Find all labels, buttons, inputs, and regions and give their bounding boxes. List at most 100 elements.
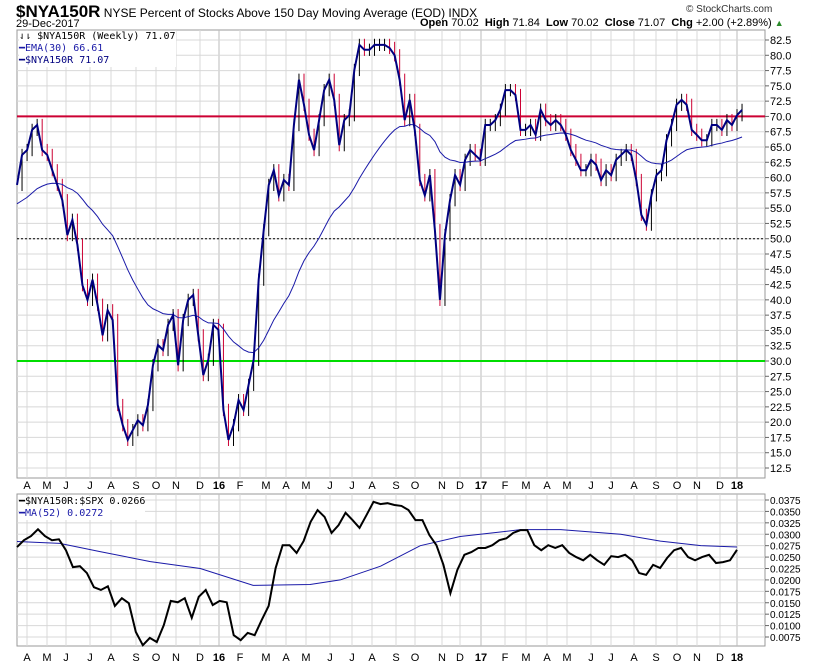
y-tick-label: 12.5 — [770, 463, 791, 475]
x-tick-label-bottom: A — [282, 652, 290, 664]
x-tick-label-top: S — [652, 480, 659, 492]
y-tick-label: 0.0250 — [770, 553, 801, 564]
y-tick-label: 0.0225 — [770, 565, 801, 576]
y-tick-label: 45.0 — [770, 264, 791, 276]
x-tick-label-top: S — [392, 480, 399, 492]
x-tick-label-bottom: N — [172, 652, 180, 664]
y-tick-label: 72.5 — [770, 96, 791, 108]
bars-icon: ⇃⇂ — [19, 31, 32, 42]
x-tick-label-bottom: 16 — [213, 652, 225, 664]
x-tick-label-bottom: J — [87, 652, 93, 664]
y-tick-label: 0.0275 — [770, 542, 801, 553]
x-tick-label-bottom: J — [608, 652, 614, 664]
x-tick-label-bottom: D — [456, 652, 464, 664]
x-tick-label-bottom: 18 — [731, 652, 743, 664]
chart-svg: AAMMJJJJAASSOONNDD1616FFMMAAMMJJJJAASSOO… — [16, 29, 801, 664]
x-tick-label-bottom: F — [502, 652, 509, 664]
x-tick-label-bottom: M — [42, 652, 51, 664]
x-tick-label-top: N — [438, 480, 446, 492]
legend-price: ━$NYA150R 71.07 — [19, 55, 110, 66]
x-tick-label-bottom: M — [521, 652, 530, 664]
y-tick-label: 70.0 — [770, 111, 791, 123]
x-tick-label-top: 18 — [731, 480, 743, 492]
x-tick-label-bottom: N — [693, 652, 701, 664]
y-tick-label: 60.0 — [770, 173, 791, 185]
x-tick-label-top: D — [716, 480, 724, 492]
x-tick-label-bottom: A — [23, 652, 31, 664]
y-tick-label: 0.0200 — [770, 576, 801, 587]
legend-ma: ━MA(52) 0.0272 — [19, 508, 104, 519]
y-tick-label: 52.5 — [770, 218, 791, 230]
y-tick-label: 55.0 — [770, 203, 791, 215]
y-tick-label: 35.0 — [770, 325, 791, 337]
y-tick-label: 20.0 — [770, 417, 791, 429]
y-tick-label: 32.5 — [770, 341, 791, 353]
x-tick-label-top: A — [368, 480, 376, 492]
x-tick-label-top: J — [349, 480, 355, 492]
lower-legend: ━$NYA150R:$SPX 0.0266 ━MA(52) 0.0272 — [19, 496, 146, 520]
x-tick-label-top: J — [87, 480, 93, 492]
y-tick-label: 30.0 — [770, 356, 791, 368]
x-tick-label-bottom: N — [438, 652, 446, 664]
x-tick-label-top: O — [673, 480, 682, 492]
x-tick-label-top: D — [196, 480, 204, 492]
x-tick-label-top: N — [693, 480, 701, 492]
x-tick-label-bottom: O — [152, 652, 161, 664]
x-tick-label-top: J — [327, 480, 333, 492]
y-tick-label: 0.0150 — [770, 599, 801, 610]
x-tick-label-top: D — [456, 480, 464, 492]
x-tick-label-top: S — [132, 480, 139, 492]
x-tick-label-bottom: F — [237, 652, 244, 664]
y-tick-label: 57.5 — [770, 188, 791, 200]
y-tick-label: 40.0 — [770, 295, 791, 307]
y-tick-label: 15.0 — [770, 448, 791, 460]
y-tick-label: 27.5 — [770, 371, 791, 383]
x-tick-label-bottom: D — [716, 652, 724, 664]
x-tick-label-top: 17 — [475, 480, 487, 492]
y-tick-label: 37.5 — [770, 310, 791, 322]
x-tick-label-top: M — [42, 480, 51, 492]
x-tick-label-bottom: J — [588, 652, 594, 664]
x-tick-label-top: A — [107, 480, 115, 492]
y-tick-label: 0.0075 — [770, 633, 801, 644]
x-tick-label-top: J — [63, 480, 69, 492]
y-tick-label: 82.5 — [770, 35, 791, 47]
x-tick-label-top: M — [301, 480, 310, 492]
x-tick-label-top: A — [282, 480, 290, 492]
x-tick-label-bottom: M — [562, 652, 571, 664]
x-tick-label-bottom: J — [327, 652, 333, 664]
y-tick-label: 75.0 — [770, 81, 791, 93]
x-tick-label-bottom: M — [261, 652, 270, 664]
x-tick-label-bottom: O — [411, 652, 420, 664]
x-tick-label-bottom: M — [301, 652, 310, 664]
y-tick-label: 80.0 — [770, 50, 791, 62]
x-tick-label-top: O — [152, 480, 161, 492]
y-tick-label: 62.5 — [770, 157, 791, 169]
y-tick-label: 17.5 — [770, 432, 791, 444]
y-tick-label: 0.0100 — [770, 622, 801, 633]
x-tick-label-top: 16 — [213, 480, 225, 492]
x-tick-label-bottom: A — [630, 652, 638, 664]
y-tick-label: 50.0 — [770, 234, 791, 246]
y-tick-label: 0.0375 — [770, 496, 801, 507]
upper-legend: ⇃⇂ $NYA150R (Weekly) 71.07 ━EMA(30) 66.6… — [19, 31, 176, 67]
x-tick-label-top: M — [261, 480, 270, 492]
x-tick-label-top: F — [237, 480, 244, 492]
x-tick-label-bottom: J — [63, 652, 69, 664]
x-tick-label-top: O — [411, 480, 420, 492]
x-tick-label-bottom: S — [392, 652, 399, 664]
x-tick-label-top: N — [172, 480, 180, 492]
y-tick-label: 0.0300 — [770, 530, 801, 541]
x-tick-label-bottom: S — [652, 652, 659, 664]
x-tick-label-top: F — [502, 480, 509, 492]
y-tick-label: 0.0325 — [770, 519, 801, 530]
y-tick-label: 22.5 — [770, 402, 791, 414]
x-tick-label-top: M — [562, 480, 571, 492]
x-tick-label-bottom: J — [349, 652, 355, 664]
y-tick-label: 25.0 — [770, 387, 791, 399]
x-tick-label-bottom: S — [132, 652, 139, 664]
x-tick-label-bottom: O — [673, 652, 682, 664]
chart-window: $NYA150R NYSE Percent of Stocks Above 15… — [0, 0, 820, 668]
legend-ema: ━EMA(30) 66.61 — [19, 43, 104, 54]
x-tick-label-bottom: A — [543, 652, 551, 664]
